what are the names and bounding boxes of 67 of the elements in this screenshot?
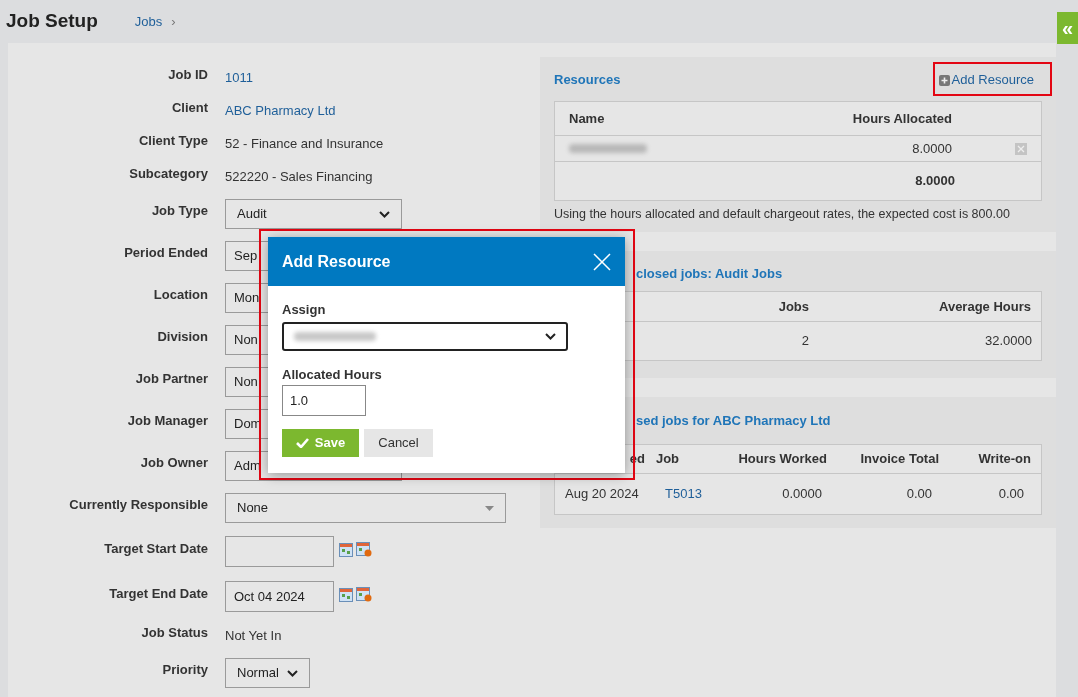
page-title: Job Setup (6, 9, 98, 34)
field-label: Job Type (150, 202, 208, 221)
chevron-down-icon (379, 210, 390, 218)
add-resource-button[interactable]: Add Resource (936, 68, 1036, 92)
hours-input[interactable]: 1.0 (282, 385, 366, 416)
assign-select[interactable] (282, 321, 568, 351)
field-link[interactable]: ABC Pharmacy Ltd (225, 100, 336, 121)
cost-note: Using the hours allocated and default chargeout rates, the expected cost is 800.00 (554, 206, 1011, 223)
table-cell-text: 32.0000 (984, 332, 1032, 351)
table-cell-text: 2 (800, 332, 809, 351)
calendar-clear-icon[interactable] (356, 587, 372, 602)
field-value: Not Yet In (225, 626, 282, 645)
field-label: Assign (282, 301, 327, 319)
field-label: Job Owner (139, 454, 208, 473)
table-cell-text: 8.0000 (911, 139, 952, 158)
caret-icon (485, 505, 494, 511)
field-label: Currently Responsible (68, 496, 208, 515)
breadcrumb-separator: › (171, 12, 176, 31)
chevron-down-icon (545, 332, 556, 340)
date-input[interactable]: Oct 04 2024 (225, 581, 334, 612)
calendar-clear-icon[interactable] (356, 542, 372, 557)
field-value: 522220 - Sales Financing (225, 167, 373, 186)
select-field[interactable]: Normal (225, 658, 310, 688)
field-label: Client (170, 98, 208, 117)
select-field[interactable]: None (225, 493, 506, 523)
column-header: Invoice Total (859, 450, 939, 469)
total-cell-text: 8.0000 (914, 172, 955, 191)
calendar-icon[interactable] (339, 587, 353, 602)
table-cell-text: Aug 20 2024 (564, 485, 640, 504)
field-label: Job Status (140, 623, 208, 642)
breadcrumb-link[interactable]: Jobs (134, 11, 163, 32)
cancel-button[interactable]: Cancel (364, 429, 433, 457)
field-label: Job ID (167, 65, 208, 84)
column-header: Name (568, 109, 606, 128)
field-value: 52 - Finance and Insurance (225, 134, 384, 153)
table-cell-text: 0.00 (905, 485, 932, 504)
column-header: Hours Allocated (851, 109, 952, 128)
table-cell-text: 0.00 (997, 485, 1024, 504)
column-header: Write-on (977, 450, 1031, 469)
dialog-title: Add Resource (282, 251, 391, 272)
chevron-down-icon (287, 669, 298, 677)
field-link[interactable]: 1011 (225, 67, 253, 88)
column-header: Jobs (777, 297, 809, 316)
field-label: Client Type (137, 131, 208, 150)
remove-icon[interactable] (1015, 142, 1027, 155)
field-label: Subcategory (128, 164, 208, 183)
panel-title: closed jobs: Audit Jobs (635, 265, 784, 283)
field-label: Location (152, 286, 208, 305)
field-label: Division (156, 328, 208, 347)
panel-title: sed jobs for ABC Pharmacy Ltd (635, 412, 832, 430)
close-icon[interactable] (593, 252, 611, 271)
check-icon (295, 438, 309, 448)
panel-title: Resources (554, 71, 621, 90)
column-header: Job (654, 450, 681, 469)
field-label: Target Start Date (103, 539, 208, 558)
calendar-icon[interactable] (339, 542, 353, 557)
field-label: Priority (161, 661, 208, 680)
field-label: Target End Date (108, 584, 208, 603)
field-label: Allocated Hours (282, 365, 383, 384)
column-header: Hours Worked (737, 450, 827, 469)
select-field[interactable]: Audit (225, 199, 402, 229)
field-label: Job Partner (134, 370, 208, 389)
plus-square-icon (938, 74, 950, 86)
field-label: Job Manager (126, 412, 208, 431)
column-header: Average Hours (938, 297, 1031, 316)
field-label: Period Ended (123, 244, 208, 263)
date-input[interactable] (225, 536, 334, 567)
